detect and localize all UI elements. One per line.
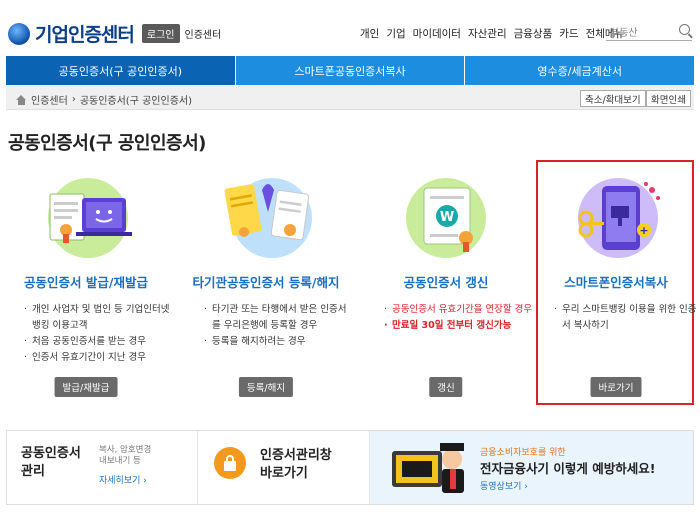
- card-register-bullets: 타기관 또는 타행에서 받은 인증서를 우리은행에 등록할 경우 등록을 해지하…: [204, 302, 354, 350]
- top-header: 기업인증센터 로그인 인증센터 개인 기업 마이데이터 자산관리 금융상품 카드…: [0, 0, 700, 52]
- card-renew-title: 공동인증서 갱신: [403, 275, 489, 290]
- card-register: 타기관공동인증서 등록/해지 타기관 또는 타행에서 받은 인증서를 우리은행에…: [186, 162, 346, 406]
- cert-manage-title: 공동인증서 관리: [21, 446, 81, 479]
- tab-smartphone-copy[interactable]: 스마트폰공동인증서복사: [235, 56, 466, 85]
- promo-title: 전자금융사기 이렇게 예방하세요!: [480, 461, 656, 476]
- issue-button[interactable]: 발급/재발급: [54, 377, 118, 397]
- logo[interactable]: 기업인증센터 로그인 인증센터: [8, 20, 221, 47]
- list-item: 공동인증서 유효기간을 연장할 경우: [384, 302, 534, 318]
- top-nav: 개인 기업 마이데이터 자산관리 금융상품 카드 전체메뉴: [360, 26, 624, 41]
- svg-text:W: W: [440, 210, 454, 225]
- nav-mydata[interactable]: 마이데이터: [413, 26, 461, 41]
- home-icon[interactable]: [16, 94, 27, 105]
- breadcrumb-item-current: 공동인증서(구 공인인증서): [79, 96, 192, 107]
- svg-text:+: +: [639, 224, 648, 237]
- bottom-strip: 공동인증서 관리 복사, 암호변경 내보내기 등 자세히보기 › 인증서관리창 …: [6, 430, 694, 505]
- certificate-register-icon: [224, 178, 312, 258]
- cert-manage-panel: 공동인증서 관리 복사, 암호변경 내보내기 등 자세히보기 ›: [7, 431, 197, 504]
- list-item: 우리 스마트뱅킹 이용을 위한 인증서 복사하기: [554, 302, 700, 334]
- list-item: 처음 공동인증서를 받는 경우: [24, 334, 174, 350]
- nav-asset[interactable]: 자산관리: [468, 26, 507, 41]
- search-icon[interactable]: [679, 24, 690, 35]
- cert-window-panel[interactable]: 인증서관리창 바로가기: [197, 431, 369, 504]
- card-issue: 공동인증서 발급/재발급 개인 사업자 및 법인 등 기업인터넷 뱅킹 이용고객…: [6, 162, 169, 406]
- nav-products[interactable]: 금융상품: [514, 26, 553, 41]
- details-link[interactable]: 자세히보기 ›: [99, 473, 147, 486]
- certificate-issue-icon: [48, 178, 132, 258]
- cert-window-title: 인증서관리창 바로가기: [260, 448, 332, 481]
- zoom-button[interactable]: 축소/확대보기: [580, 90, 646, 107]
- fraud-prevention-banner[interactable]: 금융소비자보호를 위한 전자금융사기 이렇게 예방하세요! 동영상보기 ›: [369, 431, 693, 504]
- tab-joint-cert[interactable]: 공동인증서(구 공인인증서): [6, 56, 236, 85]
- card-issue-title: 공동인증서 발급/재발급: [24, 275, 148, 290]
- search-placeholder: 부동산: [610, 28, 638, 39]
- bank-logo-icon: [8, 22, 30, 45]
- lock-icon: [214, 447, 246, 479]
- video-link[interactable]: 동영상보기 ›: [480, 479, 528, 492]
- nav-personal[interactable]: 개인: [360, 26, 379, 41]
- list-item: 타기관 또는 타행에서 받은 인증서를 우리은행에 등록할 경우: [204, 302, 354, 334]
- tab-receipt[interactable]: 영수증/세금계산서: [465, 56, 695, 85]
- nav-card[interactable]: 카드: [559, 26, 578, 41]
- list-item: 인증서 유효기간이 지난 경우: [24, 350, 174, 366]
- card-issue-bullets: 개인 사업자 및 법인 등 기업인터넷 뱅킹 이용고객 처음 공동인증서를 받는…: [24, 302, 174, 366]
- list-item: 등록을 해지하려는 경우: [204, 334, 354, 350]
- search-input[interactable]: 부동산: [606, 22, 692, 41]
- smartphone-copy-icon: +: [578, 178, 660, 258]
- card-smartphone-title: 스마트폰인증서복사: [564, 275, 668, 290]
- promo-subtitle: 금융소비자보호를 위한: [480, 448, 566, 458]
- main-tabs: 공동인증서(구 공인인증서) 스마트폰공동인증서복사 영수증/세금계산서: [6, 56, 695, 85]
- page-title: 공동인증서(구 공인인증서): [8, 133, 206, 154]
- list-item: 개인 사업자 및 법인 등 기업인터넷 뱅킹 이용고객: [24, 302, 174, 334]
- breadcrumb: 인증센터 › 공동인증서(구 공인인증서): [16, 92, 192, 107]
- logo-text: 기업인증센터: [35, 24, 135, 46]
- cert-center-link[interactable]: 인증센터: [185, 26, 222, 41]
- card-smartphone-copy: + 스마트폰인증서복사 우리 스마트뱅킹 이용을 위한 인증서 복사하기 바로가…: [536, 162, 696, 406]
- card-renew: W 공동인증서 갱신 공동인증서 유효기간을 연장할 경우 만료일 30일 전부…: [366, 162, 532, 406]
- card-smartphone-bullets: 우리 스마트뱅킹 이용을 위한 인증서 복사하기: [554, 302, 700, 334]
- nav-business[interactable]: 기업: [386, 26, 405, 41]
- cert-manage-desc: 복사, 암호변경 내보내기 등: [99, 445, 152, 466]
- certificate-renew-icon: W: [406, 178, 486, 258]
- tv-character-icon: [392, 443, 464, 493]
- breadcrumb-item-cert-center[interactable]: 인증센터: [31, 92, 68, 107]
- login-button[interactable]: 로그인: [141, 24, 180, 43]
- card-register-title: 타기관공동인증서 등록/해지: [192, 275, 340, 290]
- breadcrumb-bar: 인증센터 › 공동인증서(구 공인인증서) 축소/확대보기 화면인쇄: [6, 86, 694, 110]
- list-item: 만료일 30일 전부터 갱신가능: [384, 318, 534, 334]
- goto-button[interactable]: 바로가기: [590, 377, 642, 397]
- breadcrumb-separator: ›: [71, 94, 76, 105]
- card-renew-bullets: 공동인증서 유효기간을 연장할 경우 만료일 30일 전부터 갱신가능: [384, 302, 534, 334]
- register-button[interactable]: 등록/해지: [238, 377, 294, 397]
- renew-button[interactable]: 갱신: [429, 377, 463, 397]
- print-button[interactable]: 화면인쇄: [646, 90, 691, 107]
